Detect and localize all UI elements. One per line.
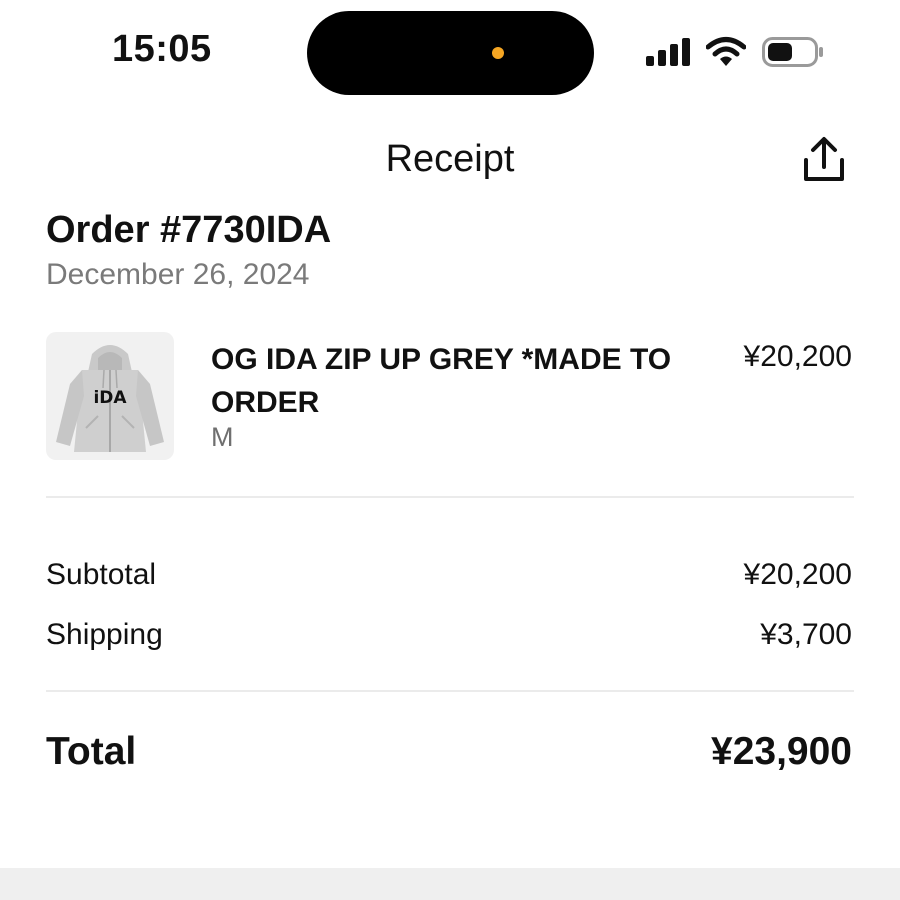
order-number: Order #7730IDA: [46, 209, 332, 251]
product-variant: M: [211, 422, 234, 452]
share-icon: [804, 137, 844, 181]
shipping-value: ¥3,700: [760, 618, 852, 651]
shipping-label: Shipping: [46, 618, 163, 651]
subtotal-value: ¥20,200: [743, 558, 852, 591]
wifi-icon: [705, 36, 747, 68]
share-button[interactable]: [798, 136, 850, 186]
signal-bars-icon: [646, 38, 690, 66]
dynamic-island: [307, 11, 594, 95]
status-time: 15:05: [112, 28, 212, 70]
product-name[interactable]: OG IDA ZIP UP GREY *MADE TO ORDER: [211, 338, 701, 424]
privacy-indicator-dot: [492, 47, 504, 59]
page-title: Receipt: [385, 138, 515, 180]
battery-icon: [762, 36, 824, 68]
product-image[interactable]: iDA: [46, 332, 174, 460]
subtotal-label: Subtotal: [46, 558, 157, 591]
bottom-section-background: [0, 868, 900, 900]
divider: [46, 496, 854, 498]
product-price: ¥20,200: [743, 340, 852, 373]
total-label: Total: [46, 730, 137, 773]
order-date: December 26, 2024: [46, 258, 310, 291]
divider: [46, 690, 854, 692]
product-logo: iDA: [93, 388, 127, 408]
total-value: ¥23,900: [711, 730, 852, 773]
